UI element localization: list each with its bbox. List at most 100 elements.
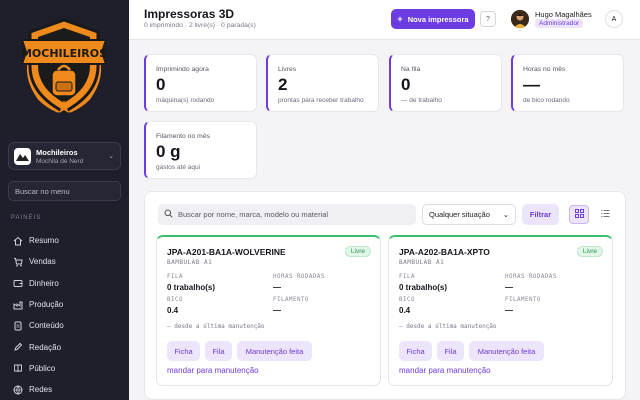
list-icon — [600, 209, 610, 220]
search-placeholder: Buscar por nome, marca, modelo ou materi… — [178, 210, 329, 219]
queue-value: 0 trabalho(s) — [167, 283, 216, 292]
status-badge: Livre — [576, 246, 603, 257]
printer-card: JPA-A201-BA1A-WOLVERINE BAMBULAB A1 Livr… — [156, 235, 381, 386]
sheet-button[interactable]: Ficha — [399, 341, 432, 361]
stat-label: Horas no mês — [523, 66, 566, 73]
printer-name: JPA-A202-BA1A-XPTO — [399, 247, 490, 257]
new-printer-button[interactable]: + Nova impressora — [391, 9, 475, 29]
queue-button[interactable]: Fila — [437, 341, 464, 361]
queue-label: FILA — [167, 274, 183, 280]
stat-label: Filamento no mês — [156, 133, 211, 140]
queue-button[interactable]: Fila — [205, 341, 232, 361]
sidebar-item-label: Redes — [29, 385, 53, 395]
stat-printing-now: Imprimindo agora 0 máquina(s) rodando — [144, 54, 257, 112]
sidebar-nav: Resumo Vendas Dinheiro Produção Conteúdo… — [0, 230, 129, 400]
filter-button[interactable]: Filtrar — [522, 204, 559, 225]
plus-icon: + — [397, 14, 403, 24]
brand-logo: MOCHILEIROS — [18, 14, 110, 118]
grid-view-button[interactable] — [569, 205, 589, 224]
status-select-value: Qualquer situação — [429, 210, 490, 219]
sidebar-search-input[interactable]: Buscar no menu — [8, 181, 121, 201]
stat-hours: Horas no mês — de bico rodando — [511, 54, 624, 112]
logo-text: MOCHILEIROS — [21, 47, 107, 60]
help-button[interactable]: ? — [480, 11, 496, 27]
sidebar: MOCHILEIROS Mochileiros Mochila de Nerd … — [0, 0, 129, 400]
book-icon — [13, 363, 23, 373]
filament-label: FILAMENTO — [505, 297, 541, 303]
printer-card: JPA-A202-BA1A-XPTO BAMBULAB A1 Livre FIL… — [388, 235, 613, 386]
stat-label: Livres — [278, 66, 297, 73]
sheet-button[interactable]: Ficha — [167, 341, 200, 361]
stat-queue: Na fila 0 — de trabalho — [389, 54, 502, 112]
sidebar-item-conteudo[interactable]: Conteúdo — [0, 315, 129, 336]
status-badge: Livre — [344, 246, 371, 257]
printer-model: BAMBULAB A1 — [399, 259, 445, 266]
stat-label: Na fila — [401, 66, 421, 73]
sidebar-item-label: Resumo — [29, 236, 59, 246]
sidebar-item-label: Vendas — [29, 257, 56, 267]
stat-free: Livres 2 prontas para receber trabalho — [266, 54, 379, 112]
sidebar-item-label: Dinheiro — [29, 278, 59, 288]
sidebar-item-producao[interactable]: Produção — [0, 294, 129, 315]
workspace-sub: Mochila de Nerd — [36, 158, 84, 165]
stat-value: 0 — [156, 75, 166, 94]
queue-label: FILA — [399, 274, 415, 280]
filament-value: — — [273, 306, 281, 315]
maintenance-done-button[interactable]: Manutenção feita — [237, 341, 312, 361]
sidebar-item-label: Conteúdo — [29, 321, 64, 331]
page-title: Impressoras 3D — [144, 7, 235, 21]
sidebar-item-dinheiro[interactable]: Dinheiro — [0, 273, 129, 294]
factory-icon — [13, 300, 23, 310]
chevron-down-icon: ⌄ — [502, 210, 509, 219]
new-printer-label: Nova impressora — [407, 14, 469, 24]
user-name: Hugo Magalhães — [535, 10, 592, 19]
stat-sub: máquina(s) rodando — [156, 97, 215, 104]
filament-value: — — [505, 306, 513, 315]
sidebar-item-label: Público — [29, 363, 56, 373]
stat-value: 0 g — [156, 142, 181, 161]
home-icon — [13, 236, 23, 246]
workspace-switcher[interactable]: Mochileiros Mochila de Nerd ⌄ — [8, 142, 121, 170]
hours-value: — — [505, 283, 513, 292]
grid-icon — [574, 209, 584, 220]
role-badge: Administrador — [535, 19, 584, 28]
nozzle-label: BICO — [167, 297, 183, 303]
printers-panel: Buscar por nome, marca, modelo ou materi… — [144, 191, 626, 400]
queue-value: 0 trabalho(s) — [399, 283, 448, 292]
nozzle-label: BICO — [399, 297, 415, 303]
workspace-name: Mochileiros — [36, 148, 78, 157]
stat-value: 0 — [401, 75, 411, 94]
sidebar-item-redes[interactable]: Redes — [0, 379, 129, 400]
send-to-maintenance-link[interactable]: mandar para manutenção — [167, 366, 259, 375]
hours-label: HORAS RODADAS — [505, 274, 557, 280]
status-select[interactable]: Qualquer situação ⌄ — [422, 204, 516, 225]
list-view-button[interactable] — [595, 205, 615, 224]
language-button[interactable]: A — [605, 10, 623, 28]
printer-name: JPA-A201-BA1A-WOLVERINE — [167, 247, 286, 257]
printer-model: BAMBULAB A1 — [167, 259, 213, 266]
maintenance-done-button[interactable]: Manutenção feita — [469, 341, 544, 361]
sidebar-item-vendas[interactable]: Vendas — [0, 251, 129, 272]
maintenance-note: — desde a última manutenção — [167, 323, 265, 330]
document-icon — [13, 321, 23, 331]
sidebar-section-label: PAINÉIS — [11, 215, 42, 221]
sidebar-item-redacao[interactable]: Redação — [0, 336, 129, 357]
stat-sub: gastos até aqui — [156, 164, 201, 171]
globe-icon — [13, 385, 23, 395]
stat-filament: Filamento no mês 0 g gastos até aqui — [144, 121, 257, 179]
sidebar-item-resumo[interactable]: Resumo — [0, 230, 129, 251]
nozzle-value: 0.4 — [399, 306, 411, 315]
filament-label: FILAMENTO — [273, 297, 309, 303]
send-to-maintenance-link[interactable]: mandar para manutenção — [399, 366, 491, 375]
stat-value: — — [523, 75, 540, 94]
wallet-icon — [13, 278, 23, 288]
avatar[interactable] — [511, 10, 529, 28]
hours-label: HORAS RODADAS — [273, 274, 325, 280]
sidebar-item-label: Produção — [29, 300, 64, 310]
stat-value: 2 — [278, 75, 288, 94]
sidebar-item-publico[interactable]: Público — [0, 358, 129, 379]
stat-sub: prontas para receber trabalho — [278, 97, 364, 104]
help-icon: ? — [486, 15, 490, 23]
printer-search-input[interactable]: Buscar por nome, marca, modelo ou materi… — [158, 204, 416, 225]
sidebar-item-label: Redação — [29, 342, 62, 352]
